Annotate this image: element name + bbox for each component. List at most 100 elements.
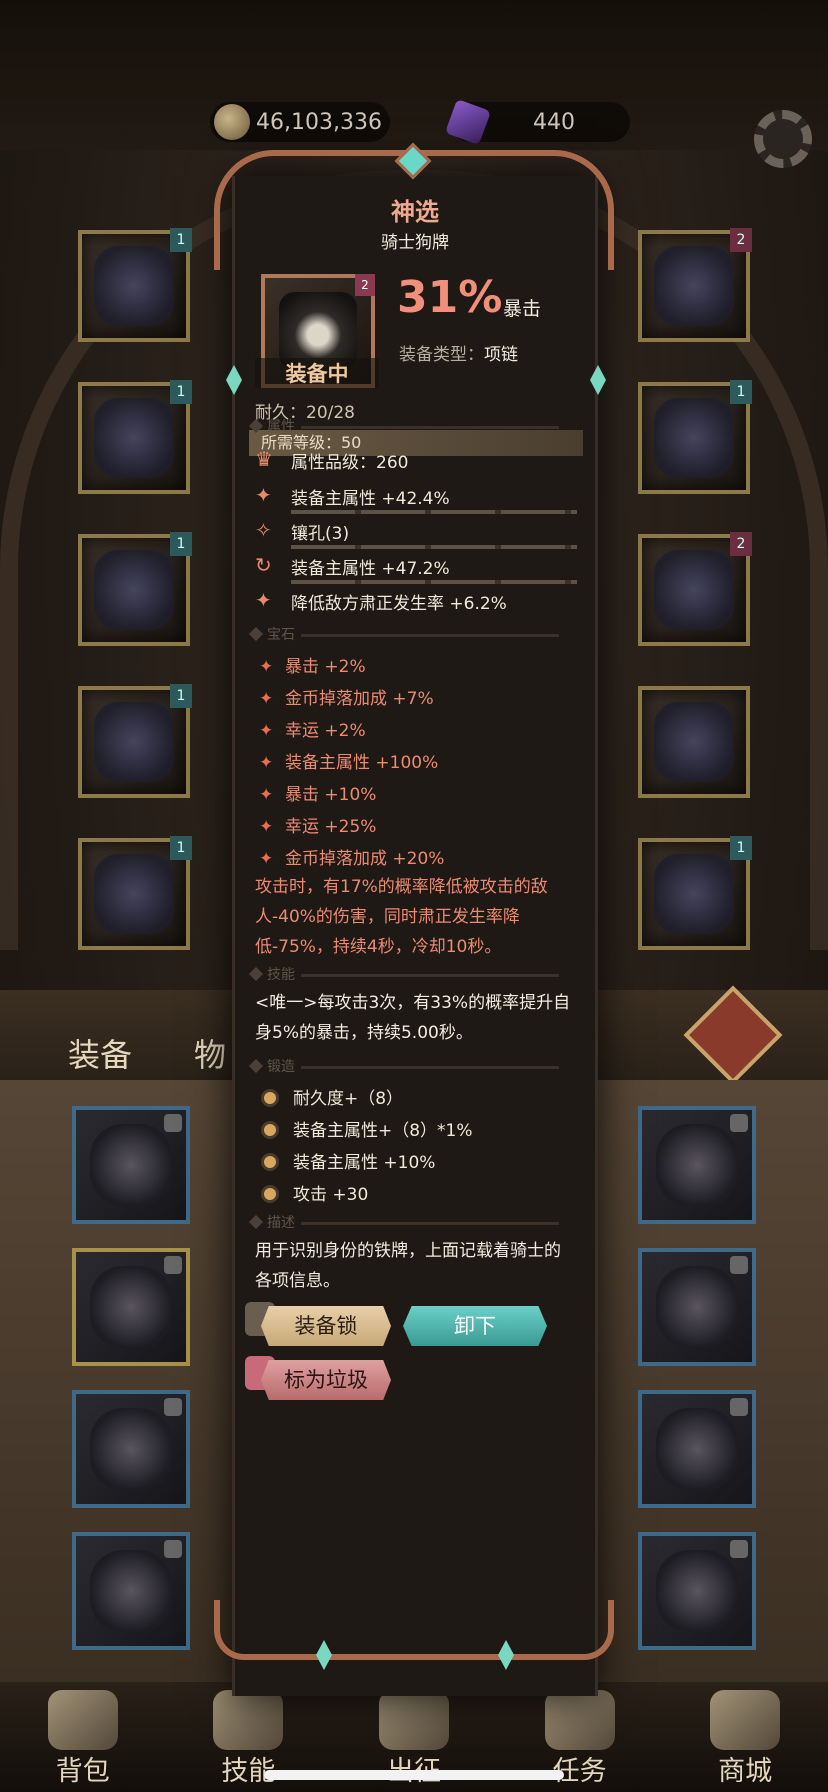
bag-slot[interactable] xyxy=(638,1532,756,1650)
helmet-icon xyxy=(90,1124,172,1206)
tab-items[interactable]: 物 xyxy=(194,1030,226,1076)
gem-star-icon: ✦ xyxy=(259,657,274,677)
nav-label: 技能 xyxy=(221,1756,276,1787)
bag-slot[interactable] xyxy=(638,1390,756,1508)
nav-label: 任务 xyxy=(552,1756,607,1787)
attribute-row: ✦ 装备主属性 +42.4% xyxy=(255,482,577,518)
gem-bonus: ✦ 金币掉落加成 +7% xyxy=(259,689,434,709)
gem-star-icon: ✦ xyxy=(259,721,274,741)
top-bar xyxy=(0,0,828,150)
slot-level-badge: 1 xyxy=(170,380,192,404)
forge-bonus: 攻击 +30 xyxy=(261,1180,368,1205)
necklace-icon xyxy=(90,1550,172,1632)
attribute-bar xyxy=(291,510,577,514)
main-stat-value: 31% xyxy=(397,272,503,323)
slot-level-badge: 1 xyxy=(170,836,192,860)
socket-icon: ✧ xyxy=(255,518,272,542)
lock-icon xyxy=(164,1540,182,1558)
equip-slot-weapon[interactable] xyxy=(638,686,750,798)
tab-equipment[interactable]: 装备 xyxy=(68,1030,132,1076)
attribute-text: 装备主属性 +42.4% xyxy=(291,489,450,509)
nav-shop[interactable]: 商城 xyxy=(662,1682,828,1792)
attribute-bar xyxy=(291,580,577,584)
bag-slot[interactable] xyxy=(72,1248,190,1366)
bag-slot[interactable] xyxy=(638,1106,756,1224)
slot-level-badge: 2 xyxy=(730,532,752,556)
backpack-icon xyxy=(47,1690,118,1750)
section-description: 描述 xyxy=(248,1212,579,1232)
unequip-button[interactable]: 卸下 xyxy=(403,1306,547,1346)
gem-bonus: ✦ 装备主属性 +100% xyxy=(259,753,439,773)
gem-bonus: ✦ 幸运 +25% xyxy=(259,817,377,837)
nav-label: 商城 xyxy=(718,1756,773,1787)
armor-icon xyxy=(656,1124,738,1206)
equip-type-label: 装备类型： xyxy=(399,345,484,365)
helmet-icon xyxy=(94,246,174,326)
gem-amount: 440 xyxy=(533,109,575,135)
equip-slot-helmet[interactable]: 1 xyxy=(78,228,192,342)
attribute-bar xyxy=(291,545,577,549)
equip-slot-boots[interactable]: 1 xyxy=(78,836,192,950)
gem-bonus: ✦ 暴击 +10% xyxy=(259,785,377,805)
forge-dot-icon xyxy=(261,1153,279,1171)
equip-type: 装备类型：项链 xyxy=(399,340,518,365)
slot-level-badge: 1 xyxy=(730,836,752,860)
mark-as-trash-button[interactable]: 标为垃圾 xyxy=(261,1360,391,1400)
settings-gear-icon[interactable] xyxy=(754,110,812,168)
shop-icon xyxy=(710,1690,781,1750)
home-indicator[interactable] xyxy=(264,1770,564,1780)
nav-backpack[interactable]: 背包 xyxy=(0,1682,166,1792)
necklace-icon xyxy=(654,246,734,326)
sparkle-icon: ✦ xyxy=(255,483,272,507)
gold-counter: 46,103,336 xyxy=(210,102,390,142)
equip-slot-amulet[interactable]: 1 xyxy=(638,836,752,950)
equip-lock-button[interactable]: 装备锁 xyxy=(261,1306,391,1346)
map-icon xyxy=(378,1690,449,1750)
attribute-text: 降低敌方肃正发生率 +6.2% xyxy=(291,594,507,614)
gold-amount: 46,103,336 xyxy=(256,109,382,135)
gem-counter: 440 xyxy=(444,98,630,146)
gem-bonus: ✦ 暴击 +2% xyxy=(259,657,366,677)
attribute-row: ♛ 属性品级：260 xyxy=(255,446,577,482)
bag-slot[interactable] xyxy=(72,1106,190,1224)
section-skills: 技能 xyxy=(248,964,579,984)
bag-slot[interactable] xyxy=(638,1248,756,1366)
lock-icon xyxy=(164,1256,182,1274)
bag-slot[interactable] xyxy=(72,1532,190,1650)
amulet-icon xyxy=(654,854,734,934)
equip-slot-ring[interactable]: 2 xyxy=(638,532,752,646)
amulet-icon xyxy=(656,1408,738,1490)
attribute-row: ✧ 镶孔(3) xyxy=(255,517,577,553)
equip-slot-pants[interactable]: 1 xyxy=(78,684,192,798)
slot-level-badge: 1 xyxy=(170,532,192,556)
lock-icon xyxy=(730,1540,748,1558)
attribute-text: 属性品级：260 xyxy=(291,453,409,473)
equip-slot-shoulder[interactable]: 1 xyxy=(638,380,752,494)
equip-slot-gloves[interactable]: 1 xyxy=(78,532,192,646)
gloves-icon xyxy=(94,550,174,630)
gold-coin-icon xyxy=(214,104,250,140)
quality-icon: ♛ xyxy=(255,447,273,471)
armor-icon xyxy=(656,1266,738,1348)
attribute-row: ✦ 降低敌方肃正发生率 +6.2% xyxy=(255,587,577,623)
gem-bonus: ✦ 金币掉落加成 +20% xyxy=(259,849,445,869)
item-star-badge: 2 xyxy=(355,274,375,296)
section-gems: 宝石 xyxy=(248,624,579,644)
nav-label: 出征 xyxy=(331,1749,497,1788)
lock-icon xyxy=(730,1114,748,1132)
weapon-icon xyxy=(654,702,734,782)
equip-type-value: 项链 xyxy=(484,345,518,365)
skill-book-icon xyxy=(213,1690,284,1750)
forge-dot-icon xyxy=(261,1089,279,1107)
lock-icon xyxy=(730,1398,748,1416)
slot-level-badge: 1 xyxy=(170,684,192,708)
gem-star-icon: ✦ xyxy=(259,849,274,869)
bag-slot[interactable] xyxy=(72,1390,190,1508)
forge-bonus: 耐久度+（8） xyxy=(261,1084,403,1109)
shoulder-icon xyxy=(654,398,734,478)
attribute-text: 装备主属性 +47.2% xyxy=(291,559,450,579)
cycle-icon: ↻ xyxy=(255,553,272,577)
equip-slot-necklace[interactable]: 2 xyxy=(638,228,752,342)
equip-slot-armor[interactable]: 1 xyxy=(78,380,192,494)
equipped-label: 装备中 xyxy=(255,358,379,388)
